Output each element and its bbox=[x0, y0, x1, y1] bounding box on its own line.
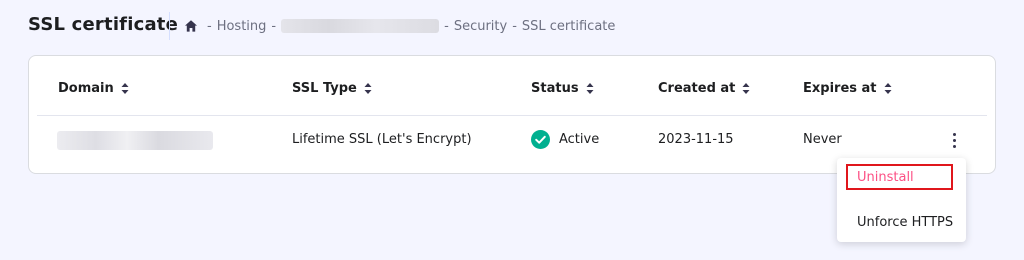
sort-icon[interactable] bbox=[364, 83, 372, 94]
sort-icon[interactable] bbox=[884, 83, 892, 94]
column-header-status[interactable]: Status bbox=[531, 81, 594, 96]
unforce-https-menu-item[interactable]: Unforce HTTPS bbox=[837, 209, 966, 235]
page-title: SSL certificate bbox=[28, 14, 179, 35]
breadcrumb-item-security[interactable]: Security bbox=[454, 19, 507, 34]
ssl-certificates-table-card: Domain SSL Type Status Created at Expire… bbox=[28, 55, 996, 174]
column-header-ssl-type[interactable]: SSL Type bbox=[292, 81, 372, 96]
home-icon[interactable] bbox=[184, 19, 198, 33]
breadcrumb-item-ssl-certificate: SSL certificate bbox=[521, 18, 616, 34]
header-divider bbox=[169, 12, 170, 40]
column-header-label: SSL Type bbox=[292, 81, 357, 96]
row-actions-menu: Uninstall Unforce HTTPS bbox=[837, 158, 966, 242]
status-cell: Active bbox=[531, 130, 599, 149]
status-label: Active bbox=[559, 132, 600, 147]
kebab-menu-icon[interactable] bbox=[947, 131, 961, 151]
expires-at-cell: Never bbox=[803, 132, 842, 147]
sort-icon[interactable] bbox=[742, 83, 750, 94]
page-header: SSL certificate - Hosting - - Security -… bbox=[0, 0, 1024, 52]
breadcrumb-separator: - bbox=[444, 18, 449, 34]
ssl-type-cell: Lifetime SSL (Let's Encrypt) bbox=[292, 132, 472, 147]
created-at-cell: 2023-11-15 bbox=[658, 132, 734, 147]
breadcrumb-item-hosting[interactable]: Hosting bbox=[217, 19, 267, 34]
column-header-label: Domain bbox=[58, 81, 114, 96]
check-circle-icon bbox=[531, 130, 550, 149]
column-header-label: Created at bbox=[658, 81, 736, 96]
breadcrumb-item-domain-redacted[interactable] bbox=[281, 19, 440, 33]
column-header-expires-at[interactable]: Expires at bbox=[803, 81, 892, 96]
breadcrumb-separator: - bbox=[512, 18, 517, 34]
column-header-domain[interactable]: Domain bbox=[58, 81, 129, 96]
breadcrumb-separator: - bbox=[271, 18, 277, 34]
sort-icon[interactable] bbox=[586, 83, 594, 94]
breadcrumb-separator: - bbox=[207, 18, 212, 34]
column-header-created-at[interactable]: Created at bbox=[658, 81, 750, 96]
breadcrumb: - Hosting - - Security - SSL certificate bbox=[184, 17, 615, 35]
domain-cell-redacted bbox=[57, 131, 213, 150]
row-divider bbox=[37, 115, 987, 116]
table-header: Domain SSL Type Status Created at Expire… bbox=[29, 56, 995, 116]
sort-icon[interactable] bbox=[121, 83, 129, 94]
column-header-label: Status bbox=[531, 81, 579, 96]
column-header-label: Expires at bbox=[803, 81, 877, 96]
highlight-annotation bbox=[846, 164, 953, 190]
